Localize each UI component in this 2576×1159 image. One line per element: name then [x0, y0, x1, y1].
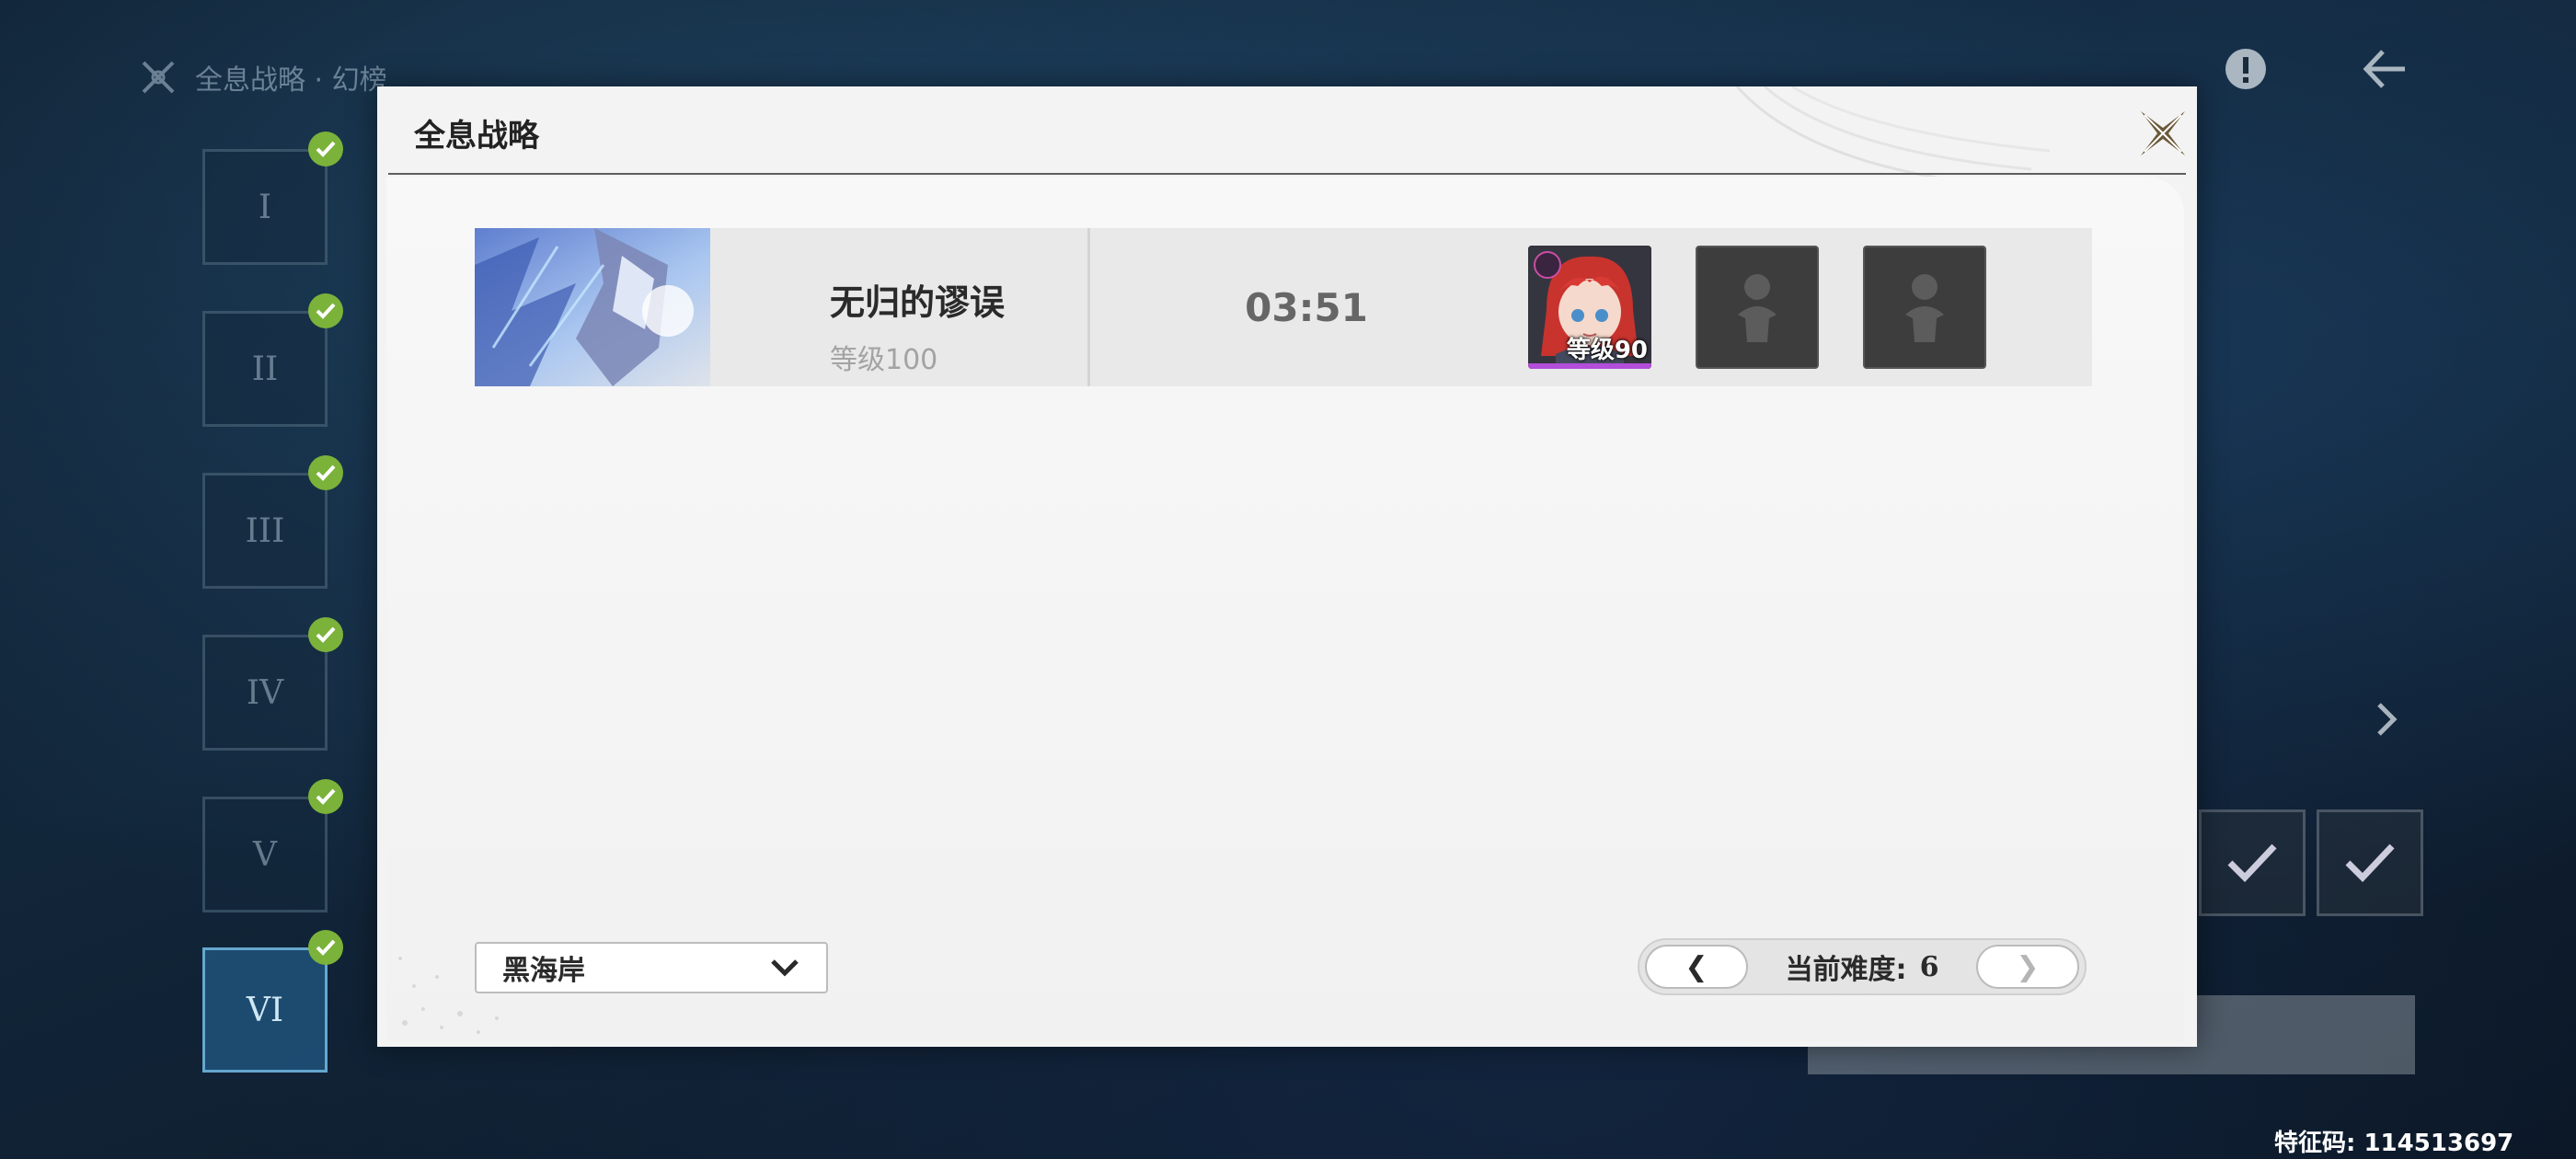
modal-title: 全息战略: [414, 118, 539, 155]
background-check-slot: [2199, 809, 2306, 916]
team-slot-empty[interactable]: [1863, 246, 1986, 369]
close-icon: [2141, 111, 2185, 155]
stage-5-button[interactable]: V: [202, 779, 343, 912]
stage-3-button[interactable]: III: [202, 455, 343, 589]
holo-strategy-modal: 全息战略 无归的谬误 等级100 03:51 等级90 黑海岸 ❮ 当前难度: …: [377, 86, 2197, 1047]
check-icon: [2227, 843, 2277, 883]
stage-2-label: II: [251, 350, 279, 388]
modal-header: 全息战略: [388, 86, 2186, 175]
stage-1-label: I: [258, 188, 272, 226]
check-icon: [308, 617, 343, 652]
boss-level: 等级100: [830, 344, 938, 376]
stage-6-label: VI: [246, 991, 284, 1029]
battle-record-row[interactable]: 无归的谬误 等级100 03:51 等级90: [475, 228, 2092, 386]
back-icon[interactable]: [2361, 48, 2409, 94]
feature-code: 特征码: 114513697: [2274, 1130, 2514, 1157]
element-icon: [1534, 251, 1561, 279]
strategy-icon: [142, 61, 175, 94]
chevron-right-icon[interactable]: [2374, 701, 2401, 741]
stage-5-label: V: [253, 835, 277, 874]
background-title-text: 全息战略 · 幻榜: [195, 64, 387, 97]
check-icon: [308, 132, 343, 166]
stage-2-button[interactable]: II: [202, 293, 343, 427]
stage-1-button[interactable]: I: [202, 132, 343, 265]
stage-4-button[interactable]: IV: [202, 617, 343, 751]
difficulty-selector: ❮ 当前难度: 6 ❯: [1638, 938, 2087, 995]
chevron-down-icon: [771, 959, 799, 977]
region-dropdown[interactable]: 黑海岸: [475, 942, 828, 993]
region-dropdown-value: 黑海岸: [502, 955, 585, 987]
close-button[interactable]: [2133, 103, 2193, 164]
check-icon: [308, 455, 343, 490]
check-icon: [308, 293, 343, 328]
person-placeholder-icon: [1738, 274, 1777, 342]
person-placeholder-icon: [1905, 274, 1944, 342]
background-check-slot: [2317, 809, 2423, 916]
difficulty-label-group: 当前难度: 6: [1786, 947, 1939, 987]
difficulty-next-button[interactable]: ❯: [1976, 945, 2079, 989]
check-icon: [2345, 843, 2395, 883]
clear-time: 03:51: [1245, 284, 1368, 330]
boss-portrait: [475, 228, 756, 386]
character-level: 等级90: [1566, 337, 1648, 364]
stage-6-button[interactable]: VI: [202, 930, 343, 1073]
team-slots: 等级90: [1528, 246, 1986, 369]
check-icon: [308, 779, 343, 814]
boss-info: 无归的谬误 等级100: [756, 228, 1090, 386]
difficulty-value: 6: [1919, 950, 1939, 983]
background-title: 全息战略 · 幻榜: [138, 57, 387, 98]
stage-3-label: III: [245, 511, 285, 550]
info-icon[interactable]: [2223, 46, 2269, 96]
difficulty-prev-button[interactable]: ❮: [1645, 945, 1748, 989]
boss-name: 无归的谬误: [830, 282, 1006, 323]
check-icon: [308, 930, 343, 965]
team-slot-empty[interactable]: [1696, 246, 1819, 369]
difficulty-label: 当前难度:: [1785, 954, 1907, 986]
level-bar: [1528, 363, 1651, 369]
team-slot-character[interactable]: 等级90: [1528, 246, 1651, 369]
stage-4-label: IV: [246, 673, 284, 712]
